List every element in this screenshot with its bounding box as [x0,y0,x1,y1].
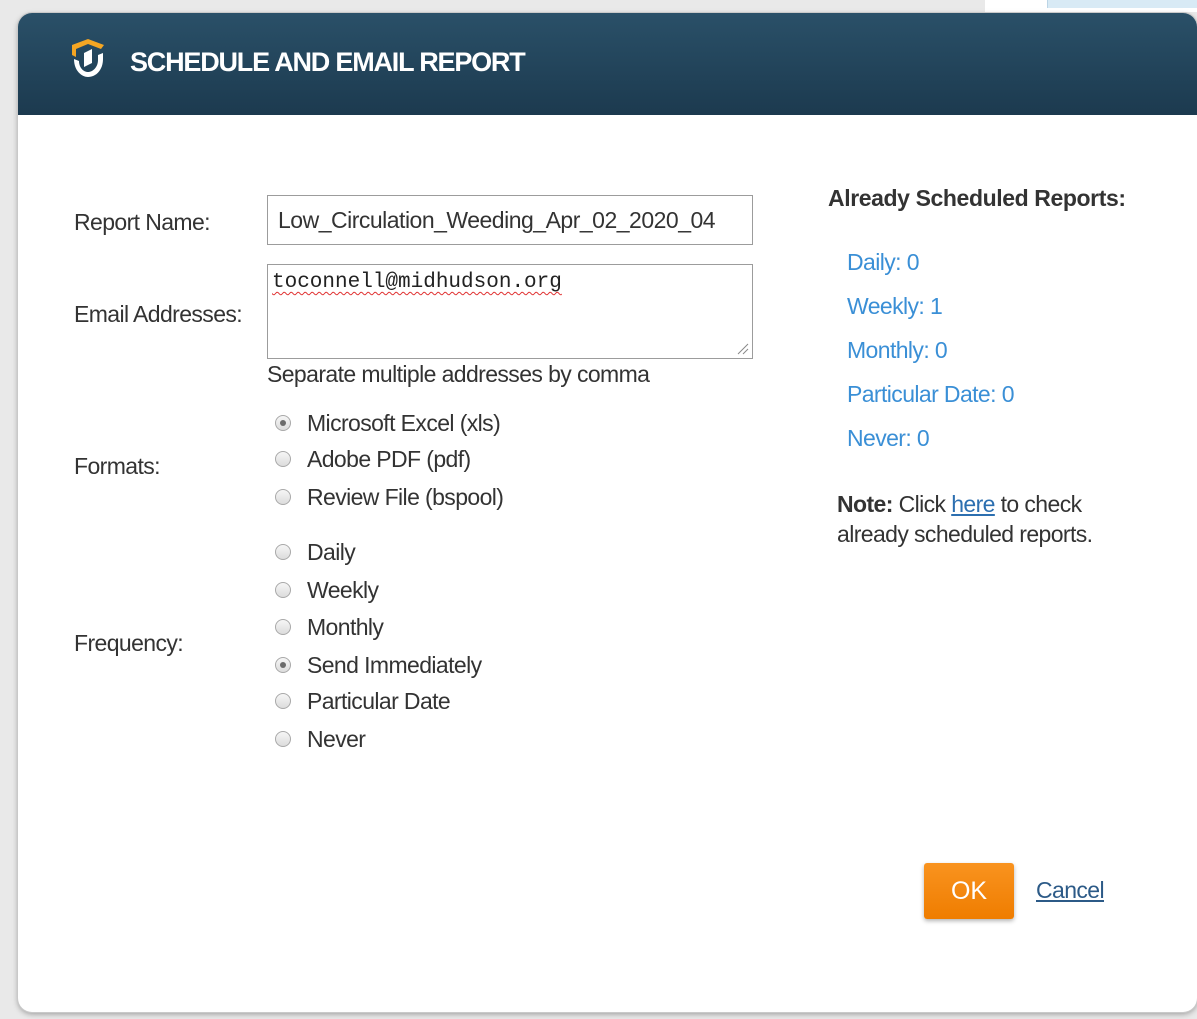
email-addresses-label: Email Addresses: [74,301,243,327]
format-option-label: Adobe PDF (pdf) [307,445,471,472]
frequency-option-daily[interactable]: Daily [275,537,356,567]
resize-grip-icon[interactable] [735,341,749,355]
frequency-option-weekly[interactable]: Weekly [275,575,379,605]
scheduled-count-particular-date[interactable]: Particular Date: 0 [847,381,1014,408]
scheduled-reports-heading: Already Scheduled Reports: [828,185,1126,211]
formats-label: Formats: [74,453,161,479]
radio-button[interactable] [275,489,291,505]
radio-button[interactable] [275,657,291,673]
radio-button[interactable] [275,451,291,467]
format-option-bspool[interactable]: Review File (bspool) [275,482,504,512]
frequency-option-label: Monthly [307,613,384,640]
report-name-input[interactable] [268,196,752,244]
background-tab [1047,0,1197,8]
scheduled-count-never[interactable]: Never: 0 [847,425,930,452]
scheduled-count-monthly[interactable]: Monthly: 0 [847,337,948,364]
frequency-option-label: Particular Date [307,687,451,714]
radio-button[interactable] [275,415,291,431]
frequency-label: Frequency: [74,630,184,656]
dialog-title: SCHEDULE AND EMAIL REPORT [130,47,526,77]
note-text-before: Click [892,491,952,517]
report-name-field-wrap [267,195,753,245]
frequency-option-label: Daily [307,538,356,565]
format-option-pdf[interactable]: Adobe PDF (pdf) [275,444,471,474]
email-hint: Separate multiple addresses by comma [267,361,650,387]
scheduled-count-weekly[interactable]: Weekly: 1 [847,293,943,320]
format-option-label: Microsoft Excel (xls) [307,409,501,436]
frequency-option-particular-date[interactable]: Particular Date [275,686,451,716]
frequency-option-monthly[interactable]: Monthly [275,612,384,642]
schedule-email-dialog: SCHEDULE AND EMAIL REPORT Report Name: E… [18,13,1197,1012]
email-addresses-value: toconnell@midhudson.org [272,271,562,294]
cancel-link[interactable]: Cancel [1036,877,1105,904]
frequency-option-send-immediately[interactable]: Send Immediately [275,650,482,680]
frequency-option-label: Never [307,725,366,752]
app-logo-icon [72,39,104,77]
frequency-option-never[interactable]: Never [275,724,366,754]
scheduled-count-daily[interactable]: Daily: 0 [847,249,920,276]
note-prefix: Note: [837,491,893,517]
frequency-option-label: Send Immediately [307,651,482,678]
format-option-label: Review File (bspool) [307,483,504,510]
radio-button[interactable] [275,693,291,709]
radio-button[interactable] [275,544,291,560]
here-link[interactable]: here [951,491,995,517]
ok-button[interactable]: OK [924,863,1014,919]
background-page-strip [985,0,1197,12]
format-option-xls[interactable]: Microsoft Excel (xls) [275,408,501,438]
frequency-option-label: Weekly [307,576,379,603]
dialog-titlebar: SCHEDULE AND EMAIL REPORT [18,13,1197,115]
radio-button[interactable] [275,731,291,747]
email-addresses-textarea[interactable]: toconnell@midhudson.org [267,264,753,359]
radio-button[interactable] [275,619,291,635]
scheduled-note: Note: Click here to check already schedu… [837,489,1137,549]
report-name-label: Report Name: [74,209,211,235]
radio-button[interactable] [275,582,291,598]
